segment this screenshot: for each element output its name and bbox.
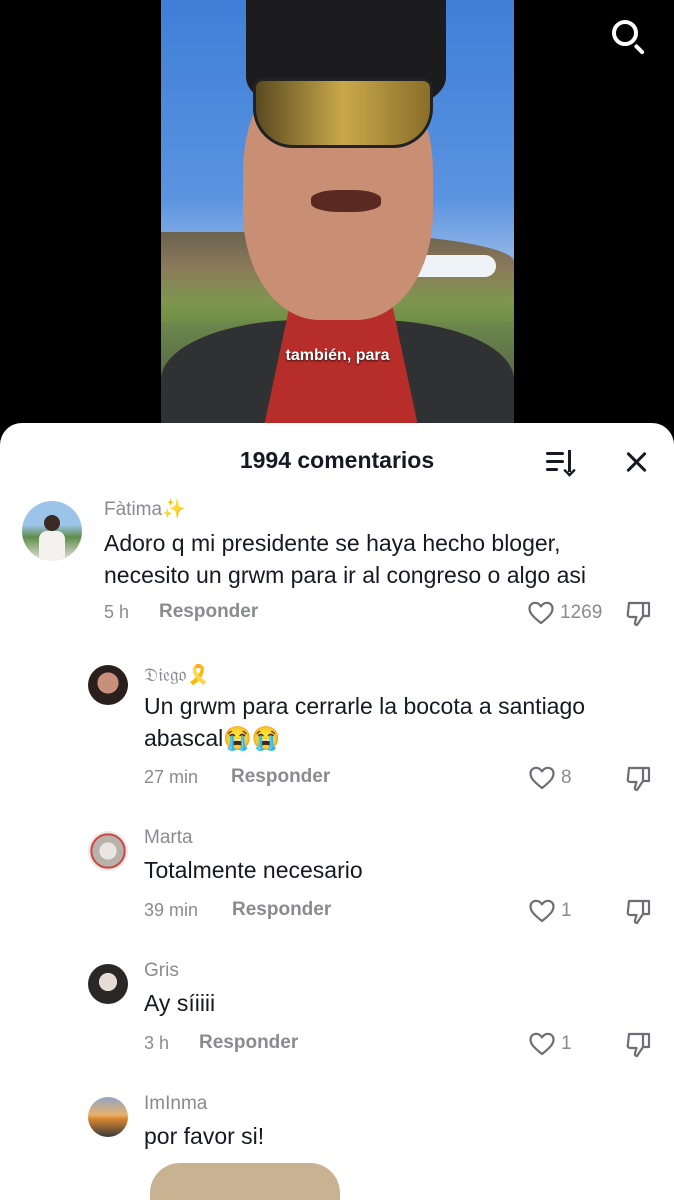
heart-icon (529, 899, 555, 923)
thumbs-down-icon[interactable] (624, 764, 654, 794)
avatar[interactable] (88, 964, 128, 1004)
video-player[interactable]: también, para (161, 0, 514, 440)
comment-time: 3 h (144, 1033, 170, 1053)
comment-username[interactable]: Fàtima✨ (104, 497, 186, 521)
like-button[interactable]: 1 (529, 1030, 589, 1060)
sort-icon[interactable] (546, 449, 578, 477)
comment-username[interactable]: Marta (144, 827, 193, 849)
like-button[interactable]: 1 (529, 897, 589, 927)
comment-username[interactable]: ImInma (144, 1093, 207, 1115)
comment-text-line: por favor si! (144, 1123, 265, 1149)
avatar[interactable] (22, 501, 82, 561)
video-person-sunglasses (253, 78, 433, 148)
video-person-mouth (311, 190, 381, 212)
close-icon[interactable] (622, 447, 652, 477)
comment-username[interactable]: 𝔇𝔦𝔢𝔤𝔬🎗️ (144, 663, 210, 687)
comment-time: 27 min (144, 767, 199, 787)
comment-time: 5 h (104, 602, 130, 622)
comment-text-line: Un grwm para cerrarle la bocota a santia… (144, 693, 586, 719)
avatar[interactable] (88, 1097, 128, 1137)
video-caption: también, para (285, 347, 390, 364)
like-button[interactable]: 1269 (528, 599, 608, 629)
heart-icon (529, 766, 555, 790)
like-count: 1269 (560, 602, 603, 623)
comment-time: 39 min (144, 900, 199, 920)
reply-button[interactable]: Responder (232, 899, 331, 921)
reply-button[interactable]: Responder (231, 766, 330, 788)
comment-text-line: abascal😭😭 (144, 725, 281, 751)
comment-text-line: Totalmente necesario (144, 857, 363, 883)
like-count: 1 (561, 900, 572, 921)
avatar[interactable] (88, 665, 128, 705)
thumbs-down-icon[interactable] (624, 599, 654, 629)
reply-button[interactable]: Responder (199, 1032, 298, 1054)
comments-header: 1994 comentarios (0, 423, 674, 497)
thumbs-down-icon[interactable] (624, 1030, 654, 1060)
comment-sticker-image[interactable] (150, 1163, 340, 1200)
like-count: 1 (561, 1033, 572, 1054)
comment-text-line: Adoro q mi presidente se haya hecho blog… (104, 530, 561, 556)
screen: también, para 1994 comentarios Fàtima✨ A… (0, 0, 674, 1200)
search-icon[interactable] (606, 14, 650, 58)
comment-text-line: Ay síiiii (144, 990, 216, 1016)
heart-icon (529, 1032, 555, 1056)
thumbs-down-icon[interactable] (624, 897, 654, 927)
like-count: 8 (561, 767, 572, 788)
avatar[interactable] (88, 831, 128, 871)
heart-icon (528, 601, 554, 625)
comment-username[interactable]: Gris (144, 960, 179, 982)
comments-sheet: 1994 comentarios Fàtima✨ Adoro q mi pres… (0, 423, 674, 1200)
reply-button[interactable]: Responder (159, 601, 258, 623)
like-button[interactable]: 8 (529, 764, 589, 794)
comment-text-line: necesito un grwm para ir al congreso o a… (104, 562, 586, 588)
